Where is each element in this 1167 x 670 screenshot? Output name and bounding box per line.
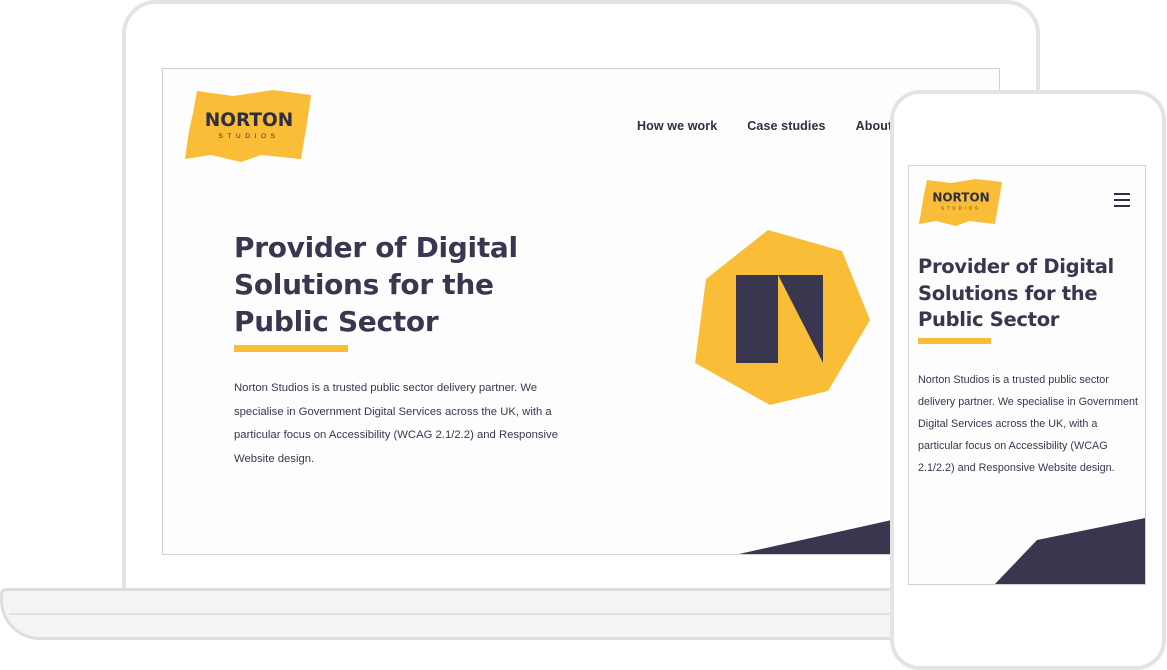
mobile-hero-title: Provider of Digital Solutions for the Pu… [918,255,1114,331]
primary-nav: How we work Case studies About us [637,119,911,133]
mobile-logo-subtext: STUDIOS [941,206,981,211]
hero-description: Norton Studios is a trusted public secto… [234,382,558,465]
nav-case-studies[interactable]: Case studies [747,119,825,133]
mobile-decorative-slope [995,518,1145,584]
norton-n-emblem [695,230,870,405]
title-underline [234,345,348,352]
mobile-screen: NORTON STUDIOS Provider of Digital Solut… [908,165,1146,585]
mobile-hero-description: Norton Studios is a trusted public secto… [918,374,1139,475]
mobile-logo[interactable]: NORTON STUDIOS [918,177,1003,227]
logo-subtext: STUDIOS [218,133,279,140]
nav-how-we-work[interactable]: How we work [637,119,717,133]
mobile-title-underline [918,338,991,344]
hero-title: Provider of Digital Solutions for the Pu… [234,231,518,338]
hamburger-icon[interactable] [1114,193,1130,207]
laptop-base [0,588,1040,640]
mobile-logo-wordmark: NORTON [932,191,989,205]
norton-studios-logo[interactable]: NORTON STUDIOS [183,87,313,165]
logo-wordmark: NORTON [205,110,293,131]
desktop-screen: NORTON STUDIOS How we work Case studies … [162,68,1000,555]
logo-badge: NORTON STUDIOS [185,90,311,162]
mobile-logo-badge: NORTON STUDIOS [919,179,1002,226]
